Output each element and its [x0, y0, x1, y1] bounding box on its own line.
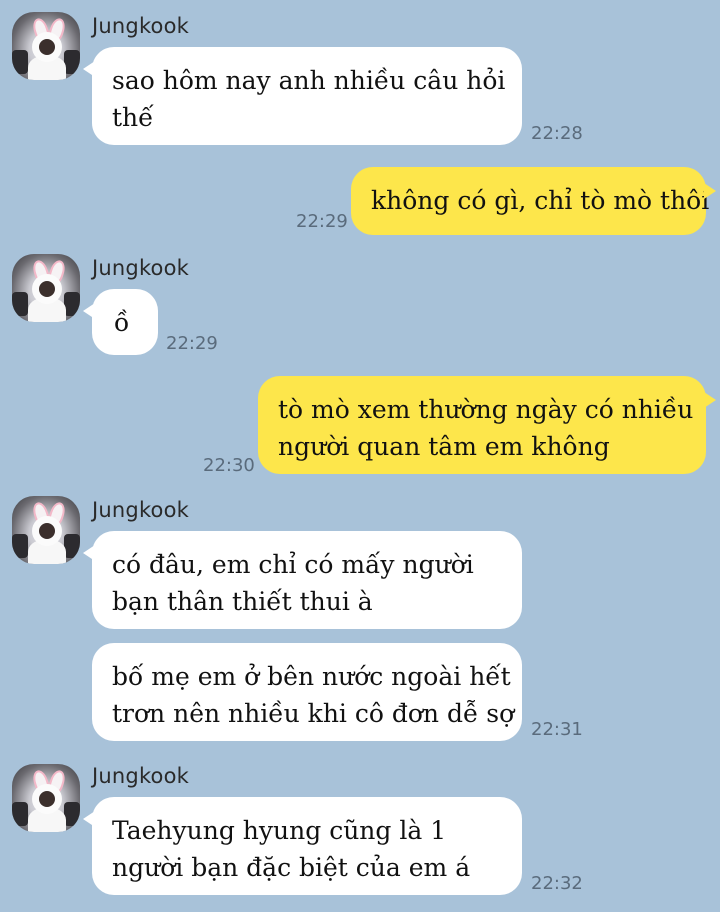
- message-time: 22:29: [296, 211, 348, 232]
- sender-name: Jungkook: [92, 14, 190, 38]
- message-text: sao hôm nay anh nhiều câu hỏi: [112, 66, 506, 95]
- message-time: 22:32: [531, 873, 583, 894]
- message-time: 22:28: [531, 123, 583, 144]
- sender-avatar[interactable]: [12, 254, 80, 322]
- sender-avatar[interactable]: [12, 764, 80, 832]
- message-bubble[interactable]: có đâu, em chỉ có mấy người bạn thân thi…: [83, 531, 522, 629]
- message-text: có đâu, em chỉ có mấy người: [112, 550, 474, 579]
- message-bubble[interactable]: bố mẹ em ở bên nước ngoài hết trơn nên n…: [92, 643, 522, 741]
- message-time: 22:29: [166, 333, 218, 354]
- message-text: bố mẹ em ở bên nước ngoài hết: [112, 662, 511, 691]
- message-text: tò mò xem thường ngày có nhiều: [278, 395, 694, 424]
- message-time: 22:31: [531, 719, 583, 740]
- message-time: 22:30: [203, 455, 255, 476]
- message-bubble[interactable]: không có gì, chỉ tò mò thôi: [351, 167, 716, 235]
- sender-name: Jungkook: [92, 764, 190, 788]
- sender-name: Jungkook: [92, 498, 190, 522]
- message-text: bạn thân thiết thui à: [112, 587, 373, 616]
- message-bubble[interactable]: ồ: [83, 289, 158, 355]
- message-bubble[interactable]: tò mò xem thường ngày có nhiều người qua…: [258, 376, 716, 474]
- message-bubble[interactable]: sao hôm nay anh nhiều câu hỏi thế: [83, 47, 522, 145]
- message-text: người bạn đặc biệt của em á: [112, 853, 471, 882]
- message-bubble[interactable]: Taehyung hyung cũng là 1 người bạn đặc b…: [83, 797, 522, 895]
- message-text: trơn nên nhiều khi cô đơn dễ sợ: [112, 699, 515, 728]
- message-text: người quan tâm em không: [278, 432, 610, 461]
- sender-avatar[interactable]: [12, 12, 80, 80]
- sender-name: Jungkook: [92, 256, 190, 280]
- message-text: Taehyung hyung cũng là 1: [112, 816, 447, 845]
- message-text: ồ: [114, 308, 130, 337]
- message-text: thế: [112, 103, 154, 132]
- sender-avatar[interactable]: [12, 496, 80, 564]
- message-text: không có gì, chỉ tò mò thôi: [371, 186, 710, 215]
